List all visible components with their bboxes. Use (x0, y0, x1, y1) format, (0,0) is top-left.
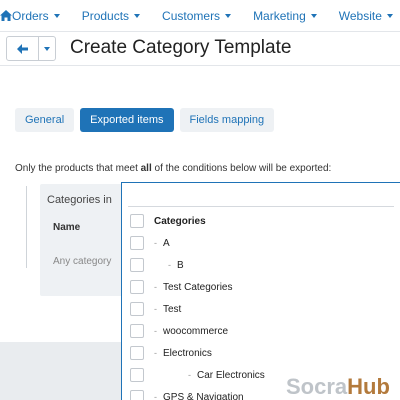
nav-orders-label: Orders (12, 8, 49, 23)
category-checkbox[interactable] (130, 236, 144, 250)
category-option-label: Categories (154, 215, 206, 227)
condition-block: Categories in Name Any category (40, 184, 126, 296)
category-checkbox[interactable] (130, 390, 144, 400)
nav-customers-label: Customers (162, 8, 221, 23)
tree-dash-icon: - (154, 238, 157, 248)
category-checkbox[interactable] (130, 258, 144, 272)
category-option[interactable]: - GPS & Navigation (130, 386, 265, 400)
page-title: Create Category Template (70, 37, 292, 58)
conditions-note-bold: all (140, 163, 152, 174)
category-option[interactable]: - Test (130, 298, 265, 320)
condition-column-header: Name (53, 222, 81, 233)
category-option[interactable]: - Car Electronics (130, 364, 265, 386)
category-option[interactable]: -B (130, 254, 265, 276)
category-option-label: A (163, 237, 170, 249)
back-button-group (6, 36, 56, 61)
tree-dash-icon: - (188, 370, 191, 380)
category-checkbox[interactable] (130, 280, 144, 294)
category-option-label: Test Categories (163, 281, 233, 293)
tabs: General Exported items Fields mapping (15, 108, 280, 132)
nav-products[interactable]: Products (81, 8, 141, 23)
condition-value[interactable]: Any category (53, 256, 111, 267)
category-option-label: Car Electronics (197, 369, 265, 381)
category-option-label: GPS & Navigation (163, 391, 244, 400)
category-checkbox[interactable] (130, 346, 144, 360)
chevron-down-icon (53, 13, 60, 18)
category-dropdown: Categories - A - B - Test Categories - Test - wooc… (121, 182, 400, 400)
condition-tree-line (26, 186, 27, 268)
tree-dash-icon: - (154, 304, 157, 314)
category-option[interactable]: - woocommerce (130, 320, 265, 342)
tree-dash-icon: - (154, 348, 157, 358)
tree-dash-icon: - (168, 260, 171, 270)
back-button[interactable] (7, 37, 39, 60)
nav-website[interactable]: Website (339, 9, 393, 23)
conditions-note-before: Only the products that meet (15, 163, 141, 174)
nav-website-label: Website (338, 8, 382, 23)
title-bar: Create Category Template (0, 32, 400, 66)
socrahub-watermark: SocraHub (286, 374, 390, 400)
chevron-down-icon (225, 13, 232, 18)
nav-marketing[interactable]: Marketing (253, 9, 317, 23)
top-navigation: Orders Products Customers Marketing Webs… (0, 0, 400, 32)
category-option-label: woocommerce (163, 325, 229, 337)
nav-products-label: Products (81, 8, 130, 23)
category-option-label: Test (163, 303, 182, 315)
category-option[interactable]: - Test Categories (130, 276, 265, 298)
category-checkbox[interactable] (130, 368, 144, 382)
watermark-part-2: Hub (347, 374, 390, 399)
nav-orders[interactable]: Orders (12, 9, 60, 23)
home-icon[interactable] (0, 10, 12, 21)
category-option[interactable]: -A (130, 232, 265, 254)
chevron-down-icon (44, 46, 50, 51)
category-checkbox[interactable] (130, 324, 144, 338)
chevron-down-icon (386, 13, 393, 18)
condition-title: Categories in (47, 194, 112, 206)
conditions-note-after: of the conditions below will be exported… (151, 163, 332, 174)
category-list: Categories - A - B - Test Categories - Test - wooc… (130, 210, 265, 400)
tab-general[interactable]: General (15, 108, 75, 132)
tree-dash-icon: - (154, 282, 157, 292)
tab-exported-items[interactable]: Exported items (80, 108, 174, 132)
back-dropdown-toggle[interactable] (39, 37, 55, 60)
category-option[interactable]: - Electronics (130, 342, 265, 364)
chevron-down-icon (310, 13, 317, 18)
chevron-down-icon (134, 13, 141, 18)
conditions-note: Only the products that meet all of the c… (15, 163, 331, 174)
category-checkbox[interactable] (130, 214, 144, 228)
category-option-label: B (177, 259, 184, 271)
dropdown-search-input[interactable] (128, 189, 394, 207)
tab-fields-mapping[interactable]: Fields mapping (179, 108, 275, 132)
category-checkbox[interactable] (130, 302, 144, 316)
nav-customers[interactable]: Customers (162, 8, 232, 23)
category-option-label: Electronics (163, 347, 212, 359)
arrow-left-icon (17, 43, 28, 54)
tree-dash-icon: - (154, 326, 157, 336)
nav-marketing-label: Marketing (253, 8, 306, 23)
category-option[interactable]: Categories (130, 210, 265, 232)
tree-dash-icon: - (154, 392, 157, 400)
watermark-part-1: Socra (286, 374, 348, 399)
